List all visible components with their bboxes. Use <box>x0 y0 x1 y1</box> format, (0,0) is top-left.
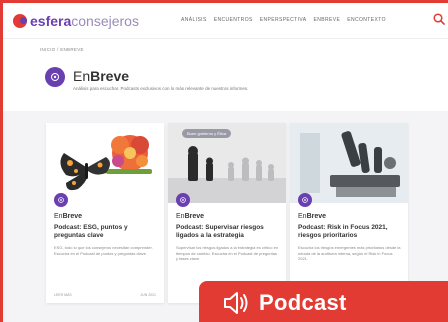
page-title-prefix: En <box>73 68 91 84</box>
card-category-tag[interactable]: Buen gobierno y Ética <box>182 129 232 138</box>
card-read-more[interactable]: LEER MÁS <box>54 293 72 297</box>
search-icon[interactable] <box>433 13 445 25</box>
card-description: Escucha los riesgos emergentes más prior… <box>298 245 401 261</box>
card-date: JUN 2021 <box>140 293 156 297</box>
card-brand-bold: Breve <box>62 213 83 220</box>
card-title[interactable]: Podcast: ESG, puntos y preguntas clave <box>54 224 158 240</box>
nav-item-encuentros[interactable]: ENCUENTROS <box>214 17 253 23</box>
page-subtitle: Análisis para escuchar. Podcasts exclusi… <box>73 86 249 91</box>
card-image-butterfly <box>46 123 164 203</box>
podcast-badge-icon <box>54 193 68 207</box>
card-brand: EnBreve <box>54 213 82 220</box>
nav-item-enperspectiva[interactable]: ENPERSPECTIVA <box>260 17 307 23</box>
card-brand-prefix: En <box>298 213 307 220</box>
logo-text-consejeros: consejeros <box>71 13 139 29</box>
card-description: ESG, todo lo que los consejeros necesita… <box>54 245 153 256</box>
card-brand-prefix: En <box>176 213 185 220</box>
card-image-chess: Buen gobierno y Ética <box>168 123 286 203</box>
page-frame: esfera consejeros ANÁLISIS ENCUENTROS EN… <box>0 0 448 322</box>
card-description: Supervisar los riesgos ligados a la estr… <box>176 245 279 261</box>
site-header: esfera consejeros ANÁLISIS ENCUENTROS EN… <box>3 3 448 39</box>
page-title: EnBreve <box>73 68 129 84</box>
breadcrumb[interactable]: INICIO / ENBREVE <box>40 47 84 52</box>
card-brand: EnBreve <box>176 213 204 220</box>
page-title-bold: Breve <box>90 68 130 84</box>
card-brand-bold: Breve <box>184 213 205 220</box>
podcast-card[interactable]: Buen gobierno y Ética EnBreve Podcast: S… <box>168 123 286 303</box>
card-title[interactable]: Podcast: Risk in Focus 2021, riesgos pri… <box>298 224 402 240</box>
speaker-icon <box>224 292 248 314</box>
card-image-microscope <box>290 123 408 203</box>
podcast-badge-icon <box>176 193 190 207</box>
podcast-banner: Podcast <box>199 281 448 322</box>
card-brand: EnBreve <box>298 213 326 220</box>
nav-item-enbreve[interactable]: ENBREVE <box>314 17 341 23</box>
site-logo[interactable]: esfera consejeros <box>13 12 139 30</box>
banner-label: Podcast <box>259 290 347 315</box>
nav-item-analisis[interactable]: ANÁLISIS <box>181 17 207 23</box>
podcast-badge-icon <box>298 193 312 207</box>
card-brand-bold: Breve <box>306 213 327 220</box>
podcast-badge-icon <box>51 73 59 81</box>
podcast-card[interactable]: EnBreve Podcast: Risk in Focus 2021, rie… <box>290 123 408 303</box>
logo-text-esfera: esfera <box>30 13 72 29</box>
enbreve-hero-icon <box>45 67 65 87</box>
card-title[interactable]: Podcast: Supervisar riesgos ligados a la… <box>176 224 280 240</box>
main-nav: ANÁLISIS ENCUENTROS ENPERSPECTIVA ENBREV… <box>181 17 386 23</box>
card-brand-prefix: En <box>54 213 63 220</box>
logo-mark-icon <box>13 14 27 28</box>
podcast-card[interactable]: EnBreve Podcast: ESG, puntos y preguntas… <box>46 123 164 303</box>
nav-item-encontexto[interactable]: ENCONTEXTO <box>347 17 386 23</box>
